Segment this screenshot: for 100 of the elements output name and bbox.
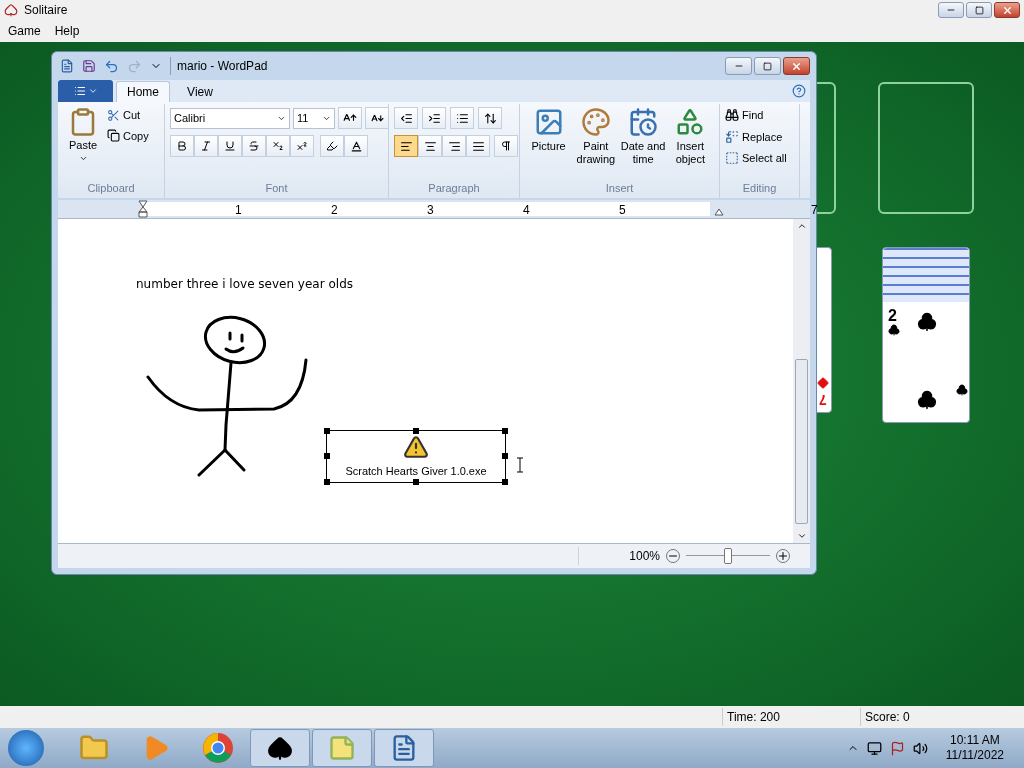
font-name-field[interactable]: Calibri (170, 107, 290, 129)
ruler-number: 1 (235, 202, 242, 219)
undo-icon (104, 58, 119, 74)
maximize-icon (763, 61, 772, 71)
decrease-indent-icon (399, 111, 413, 125)
maximize-button[interactable] (966, 2, 992, 18)
selection-handle[interactable] (324, 453, 330, 459)
shrink-font-button[interactable] (365, 107, 389, 129)
cut-button[interactable]: Cut (107, 107, 149, 124)
ruler-number: 4 (523, 202, 530, 219)
sticky-note-icon (328, 734, 356, 762)
right-indent-marker-icon (714, 206, 724, 216)
menu-item[interactable]: Game (8, 22, 41, 40)
editing-button[interactable]: Select all (725, 150, 787, 167)
insert-button[interactable]: Paint drawing (572, 107, 620, 166)
start-button[interactable] (8, 730, 44, 766)
browser-icon (202, 732, 234, 764)
scroll-down-icon (796, 531, 807, 541)
app-icon (4, 3, 18, 17)
ruler-number: 5 (619, 202, 626, 219)
close-button[interactable] (994, 2, 1020, 18)
highlight-button[interactable] (320, 135, 344, 157)
close-button[interactable] (783, 57, 810, 75)
italic-icon (200, 140, 212, 152)
ribbon-tab[interactable]: View (173, 81, 227, 102)
align-right-button[interactable] (442, 135, 466, 157)
file-attachment[interactable]: Scratch Hearts Giver 1.0.exe (326, 430, 506, 483)
italic-button[interactable] (194, 135, 218, 157)
increase-indent-button[interactable] (422, 107, 446, 129)
slider-thumb[interactable] (724, 548, 732, 564)
subscript-button[interactable] (266, 135, 290, 157)
bullets-button[interactable] (450, 107, 474, 129)
warning-icon (403, 433, 429, 460)
strikethrough-button[interactable] (242, 135, 266, 157)
bullets-icon (455, 111, 469, 125)
select-all-icon (725, 151, 739, 166)
maximize-icon (974, 5, 984, 15)
selection-handle[interactable] (502, 428, 508, 434)
editing-button[interactable]: Replace (725, 128, 787, 145)
score-counter: Score: 0 (860, 708, 1024, 726)
line-spacing-icon (483, 111, 497, 125)
align-center-icon (423, 139, 437, 153)
align-left-button[interactable] (394, 135, 418, 157)
editing-button[interactable]: Find (725, 107, 787, 124)
font-size-field[interactable]: 11 (293, 107, 335, 129)
minimize-button[interactable] (938, 2, 964, 18)
ruler-number: 2 (331, 202, 338, 219)
paste-button[interactable]: Paste (63, 107, 103, 163)
zoom-slider[interactable] (686, 547, 770, 565)
application-menu-button[interactable] (58, 80, 113, 102)
insert-button[interactable]: Insert object (666, 107, 714, 166)
scissors-icon (107, 108, 120, 122)
superscript-button[interactable] (290, 135, 314, 157)
decrease-indent-button[interactable] (394, 107, 418, 129)
selection-handle[interactable] (413, 479, 419, 485)
align-center-button[interactable] (418, 135, 442, 157)
close-icon (791, 60, 802, 72)
save-icon (82, 59, 96, 73)
window-title: mario - WordPad (170, 57, 268, 75)
highlight-icon (326, 140, 338, 152)
palette-icon (580, 107, 611, 137)
bold-button[interactable] (170, 135, 194, 157)
grow-font-button[interactable] (338, 107, 362, 129)
close-icon (1001, 4, 1013, 16)
ruler-number: 7 (811, 202, 818, 219)
insert-button[interactable]: Date and time (619, 107, 667, 166)
insert-button[interactable]: Picture (525, 107, 573, 153)
copy-button[interactable]: Copy (107, 127, 149, 144)
flag-icon (889, 740, 905, 756)
zoom-in-icon (776, 549, 790, 563)
scroll-thumb[interactable] (795, 358, 808, 524)
card-rank: 7 (819, 391, 827, 410)
app-icon (60, 59, 74, 73)
underline-button[interactable] (218, 135, 242, 157)
selection-handle[interactable] (502, 479, 508, 485)
maximize-button[interactable] (754, 57, 781, 75)
club-icon (917, 390, 937, 410)
group-label: Insert (604, 181, 635, 196)
club-icon (917, 312, 937, 332)
time-counter: Time: 200 (722, 708, 860, 726)
diamond-icon (817, 377, 829, 389)
copy-icon (107, 129, 120, 143)
line-spacing-button[interactable] (478, 107, 502, 129)
strikethrough-icon (248, 140, 260, 152)
ribbon-tab[interactable]: Home (116, 81, 170, 102)
taskbar-button[interactable] (250, 729, 310, 767)
group-label: Editing (741, 181, 778, 196)
selection-handle[interactable] (324, 428, 330, 434)
clock-date: 11/11/2022 (945, 748, 1004, 763)
text-cursor-icon (516, 457, 524, 473)
selection-handle[interactable] (413, 428, 419, 434)
justify-button[interactable] (466, 135, 490, 157)
scroll-up-icon (796, 221, 807, 231)
selection-handle[interactable] (502, 453, 508, 459)
selection-handle[interactable] (324, 479, 330, 485)
paragraph-button[interactable] (494, 135, 518, 157)
minimize-button[interactable] (725, 57, 752, 75)
menu-item[interactable]: Help (54, 22, 80, 40)
playing-card-icon (267, 735, 293, 761)
font-color-button[interactable] (344, 135, 368, 157)
